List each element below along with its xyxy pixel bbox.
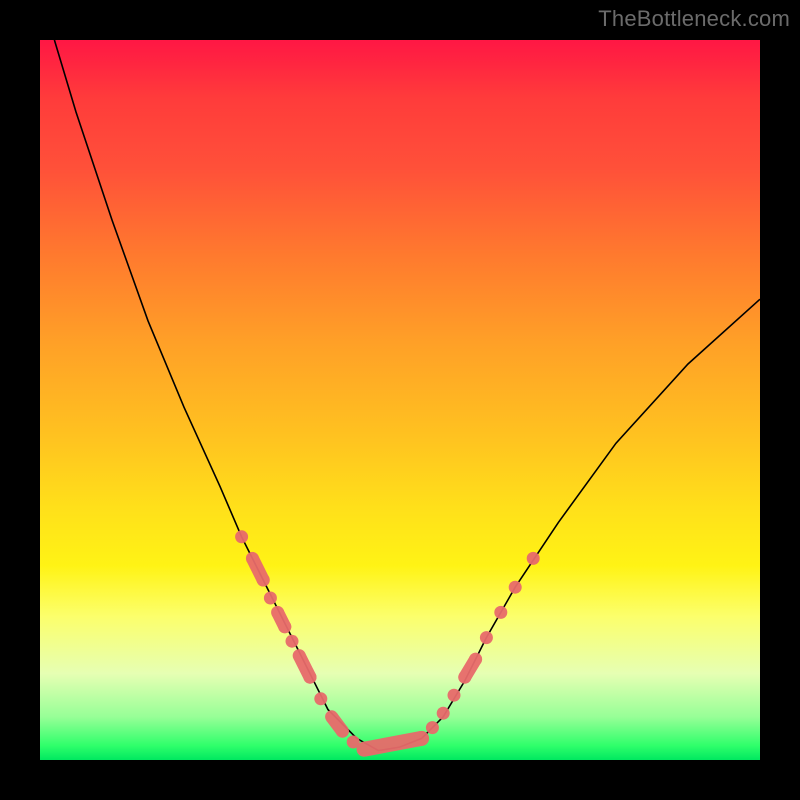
curve-svg	[40, 40, 760, 760]
watermark-text: TheBottleneck.com	[598, 6, 790, 32]
plot-area	[40, 40, 760, 760]
chart-frame: TheBottleneck.com	[0, 0, 800, 800]
bead-markers	[235, 530, 540, 756]
curve-line	[54, 40, 760, 751]
